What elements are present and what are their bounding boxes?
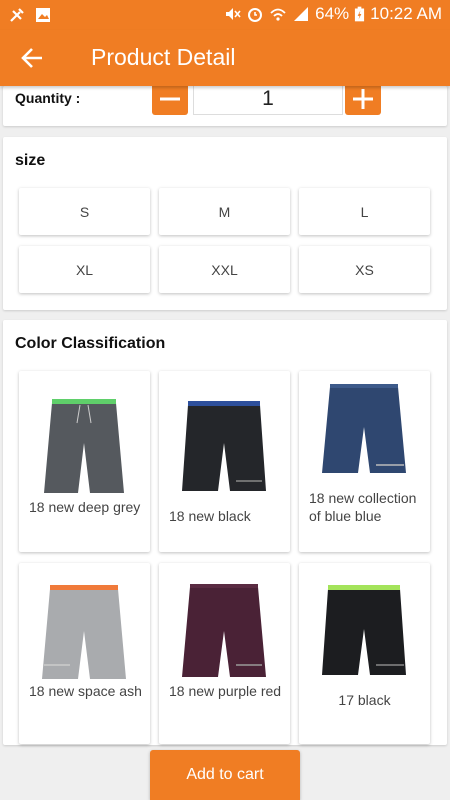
color-option-label: 18 new purple red bbox=[169, 683, 282, 699]
shorts-image bbox=[42, 585, 126, 679]
back-button[interactable] bbox=[18, 44, 48, 72]
quantity-label: Quantity : bbox=[15, 90, 81, 106]
app-bar: Product Detail bbox=[0, 30, 450, 86]
color-option-deep-grey[interactable]: 18 new deep grey bbox=[19, 371, 150, 552]
quantity-card: Quantity : 1 bbox=[3, 86, 447, 126]
size-option-xs[interactable]: XS bbox=[299, 246, 430, 293]
signal-icon bbox=[294, 7, 309, 21]
color-option-label: 17 black bbox=[338, 692, 391, 708]
color-option-label: 18 new space ash bbox=[29, 683, 142, 699]
status-bar: 64% 10:22 AM bbox=[0, 0, 450, 30]
color-option-purple-red[interactable]: 18 new purple red bbox=[159, 563, 290, 744]
quantity-input[interactable]: 1 bbox=[193, 86, 343, 115]
color-option-blue[interactable]: 18 new collection of blue blue bbox=[299, 371, 430, 552]
wifi-icon bbox=[270, 8, 286, 21]
arrow-back-icon bbox=[21, 48, 42, 68]
size-option-m[interactable]: M bbox=[159, 188, 290, 235]
shorts-image bbox=[322, 384, 406, 473]
increase-quantity-button[interactable] bbox=[345, 86, 381, 115]
clock: 10:22 AM bbox=[370, 4, 442, 23]
size-option-s[interactable]: S bbox=[19, 188, 150, 235]
decrease-quantity-button[interactable] bbox=[152, 86, 188, 115]
battery-percent: 64% bbox=[315, 4, 350, 23]
color-option-label: 18 new black bbox=[169, 508, 251, 524]
page-title: Product Detail bbox=[91, 44, 236, 70]
color-section-title: Color Classification bbox=[15, 335, 166, 352]
size-option-l[interactable]: L bbox=[299, 188, 430, 235]
color-option-17-black[interactable]: 17 black bbox=[299, 563, 430, 744]
alarm-icon bbox=[248, 8, 263, 22]
image-icon bbox=[36, 8, 50, 22]
color-option-space-ash[interactable]: 18 new space ash bbox=[19, 563, 150, 744]
color-option-label: 18 new collection of blue blue bbox=[309, 490, 417, 524]
color-classification-card: Color Classification 18 new deep grey 18… bbox=[3, 320, 447, 745]
shorts-image bbox=[322, 585, 406, 675]
shorts-image bbox=[182, 401, 266, 491]
mute-icon bbox=[226, 8, 241, 20]
add-to-cart-button[interactable]: Add to cart bbox=[150, 750, 300, 800]
shorts-image bbox=[44, 399, 124, 493]
tools-icon bbox=[10, 8, 24, 22]
size-section-title: size bbox=[15, 152, 46, 169]
minus-icon bbox=[160, 97, 180, 101]
color-option-label: 18 new deep grey bbox=[29, 499, 141, 515]
size-option-xl[interactable]: XL bbox=[19, 246, 150, 293]
shorts-image bbox=[182, 584, 266, 677]
size-option-xxl[interactable]: XXL bbox=[159, 246, 290, 293]
size-card: size S M L XL XXL XS bbox=[3, 137, 447, 310]
plus-icon bbox=[353, 89, 373, 109]
battery-charging-icon bbox=[355, 6, 365, 22]
color-option-black[interactable]: 18 new black bbox=[159, 371, 290, 552]
